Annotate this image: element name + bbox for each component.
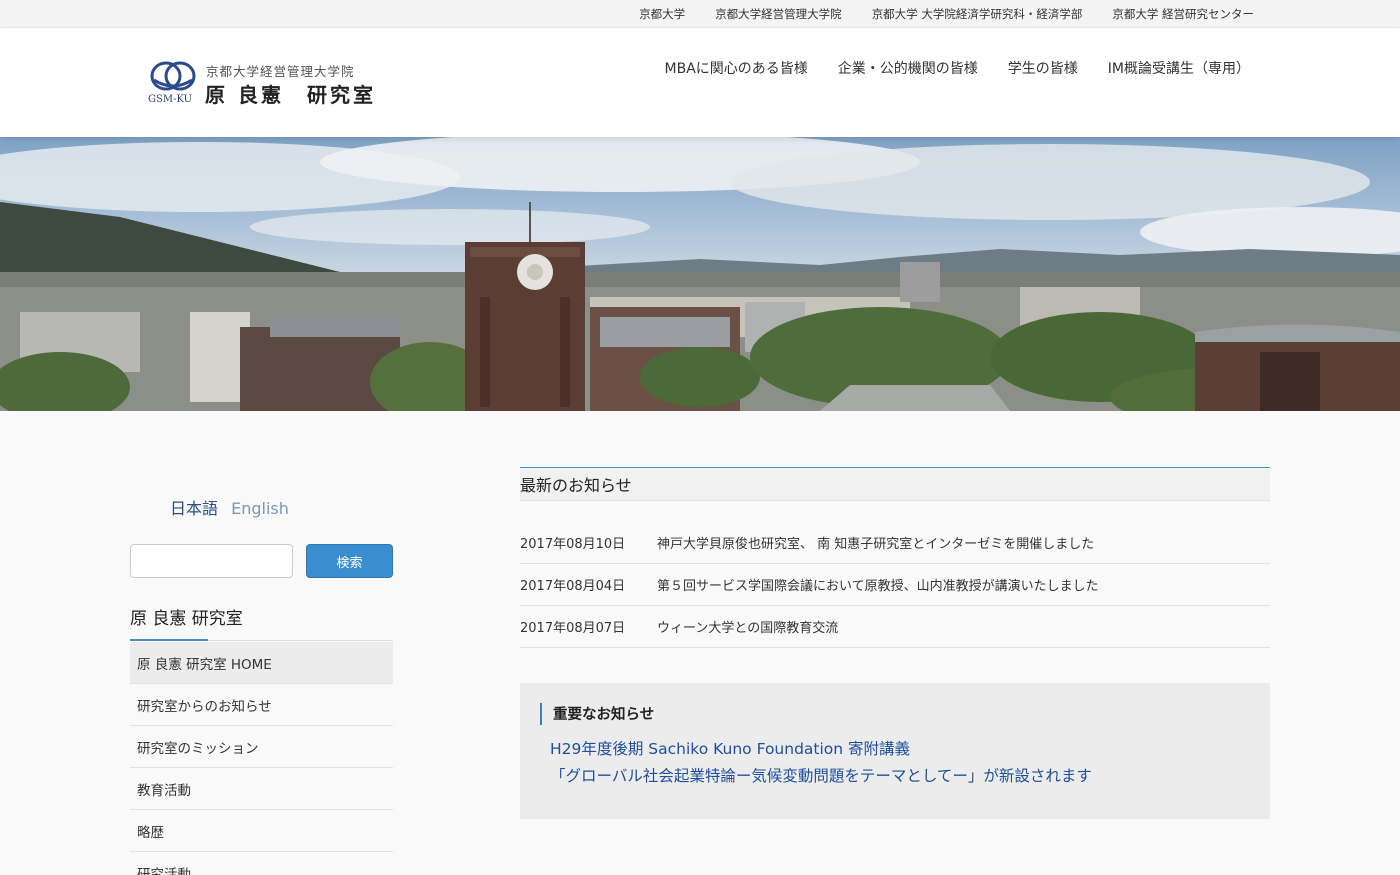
site-header: GSM-KU 京都大学経営管理大学院 原 良憲 研究室 MBAに関心のある皆様 …: [0, 28, 1400, 137]
news-date: 2017年08月04日: [520, 579, 626, 594]
sidebar-item-education[interactable]: 教育活動: [130, 768, 393, 810]
search-input[interactable]: [130, 544, 293, 578]
utility-link-research-center[interactable]: 京都大学 経営研究センター: [1112, 6, 1254, 22]
news-heading: 最新のお知らせ: [520, 467, 1270, 501]
sidebar-item-home[interactable]: 原 良憲 研究室 HOME: [130, 642, 393, 684]
utility-link-gsm[interactable]: 京都大学経営管理大学院: [715, 6, 842, 22]
main-nav: MBAに関心のある皆様 企業・公的機関の皆様 学生の皆様 IM概論受講生（専用）: [635, 58, 1250, 78]
lang-english-link[interactable]: English: [231, 499, 289, 518]
language-switcher: 日本語 English: [170, 495, 297, 519]
utility-links: 京都大学 京都大学経営管理大学院 京都大学 大学院経済学研究科・経済学部 京都大…: [609, 0, 1254, 28]
important-accent-bar: [540, 703, 542, 725]
utility-bar: 京都大学 京都大学経営管理大学院 京都大学 大学院経済学研究科・経済学部 京都大…: [0, 0, 1400, 28]
news-title-link[interactable]: 第５回サービス学国際会議において原教授、山内准教授が講演いたしました: [657, 575, 1099, 594]
nav-im-course[interactable]: IM概論受講生（専用）: [1108, 58, 1250, 78]
news-list: 2017年08月10日 神戸大学貝原俊也研究室、 南 知惠子研究室とインターゼミ…: [520, 522, 1270, 648]
campus-panorama-illustration: [0, 137, 1400, 411]
hero-campus-image: [0, 137, 1400, 411]
important-notice-link-line2[interactable]: 「グローバル社会起業特論ー気候変動問題をテーマとしてー」が新設されます: [550, 764, 1092, 786]
logo-lab-name: 原 良憲 研究室: [205, 83, 376, 107]
news-item[interactable]: 2017年08月07日 ウィーン大学との国際教育交流: [520, 606, 1270, 648]
lang-japanese-link[interactable]: 日本語: [170, 499, 218, 518]
sidebar-item-research[interactable]: 研究活動: [130, 852, 393, 875]
sidebar-title-accent: [130, 639, 208, 641]
nav-mba[interactable]: MBAに関心のある皆様: [665, 58, 808, 78]
logo-mark-text: GSM-KU: [148, 94, 192, 105]
sidebar-item-biography[interactable]: 略歴: [130, 810, 393, 852]
news-date: 2017年08月10日: [520, 537, 626, 552]
news-date: 2017年08月07日: [520, 621, 626, 636]
nav-companies[interactable]: 企業・公的機関の皆様: [838, 58, 978, 78]
nav-students[interactable]: 学生の皆様: [1008, 58, 1078, 78]
utility-link-economics[interactable]: 京都大学 大学院経済学研究科・経済学部: [872, 6, 1083, 22]
sidebar-title: 原 良憲 研究室: [130, 609, 243, 629]
sidebar-menu: 原 良憲 研究室 HOME 研究室からのお知らせ 研究室のミッション 教育活動 …: [130, 642, 393, 875]
news-title-link[interactable]: 神戸大学貝原俊也研究室、 南 知惠子研究室とインターゼミを開催しました: [657, 533, 1094, 552]
important-notice-box: 重要なお知らせ H29年度後期 Sachiko Kuno Foundation …: [520, 683, 1270, 819]
sidebar-item-news[interactable]: 研究室からのお知らせ: [130, 684, 393, 726]
search-button[interactable]: 検索: [306, 544, 393, 578]
sidebar-item-mission[interactable]: 研究室のミッション: [130, 726, 393, 768]
news-item[interactable]: 2017年08月04日 第５回サービス学国際会議において原教授、山内准教授が講演…: [520, 564, 1270, 606]
important-notice-label: 重要なお知らせ: [553, 707, 655, 723]
important-notice-link-line1[interactable]: H29年度後期 Sachiko Kuno Foundation 寄附講義: [550, 737, 910, 759]
logo-subtitle: 京都大学経営管理大学院: [206, 64, 355, 79]
news-item[interactable]: 2017年08月10日 神戸大学貝原俊也研究室、 南 知惠子研究室とインターゼミ…: [520, 522, 1270, 564]
news-title-link[interactable]: ウィーン大学との国際教育交流: [657, 617, 838, 636]
utility-link-kyoto-university[interactable]: 京都大学: [639, 6, 685, 22]
site-logo[interactable]: GSM-KU 京都大学経営管理大学院 原 良憲 研究室: [148, 58, 388, 108]
